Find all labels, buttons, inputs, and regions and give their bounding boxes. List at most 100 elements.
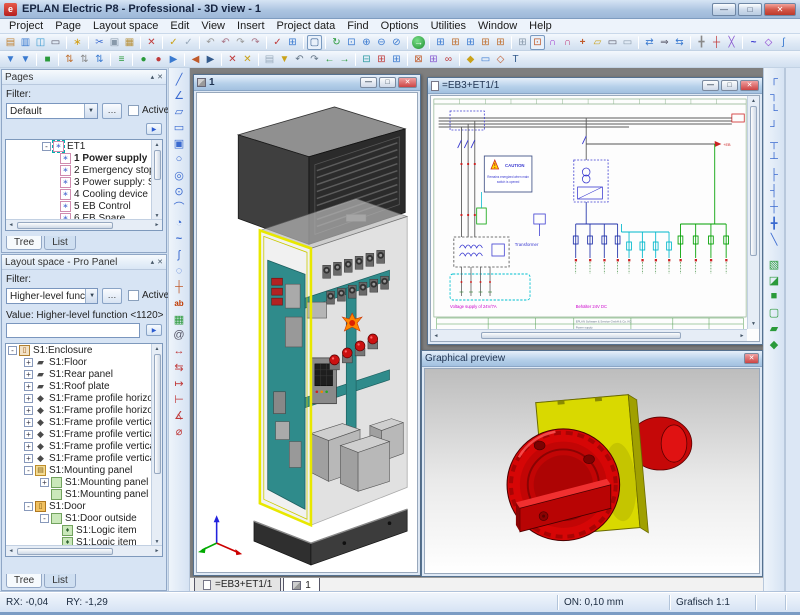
zoom-in-icon[interactable]: ⊕	[359, 35, 374, 50]
redo-icon[interactable]: ↷	[233, 35, 248, 50]
layout-tree-v-scrollbar[interactable]: ▲ ▼	[151, 344, 162, 547]
cube-iso-view-icon[interactable]: ▧	[766, 256, 783, 272]
menu-project-data[interactable]: Project data	[271, 19, 342, 34]
filter-settings-icon[interactable]: ▼	[18, 52, 33, 67]
pages-tree-v-scrollbar[interactable]: ▲ ▼	[151, 140, 162, 221]
node-frame-vertical-left-b[interactable]: + ◆ S1:Frame profile vertical left b	[6, 428, 162, 440]
menu-help[interactable]: Help	[523, 19, 558, 34]
circle-arc-tool-icon[interactable]: ◎	[171, 167, 188, 183]
scroll-left-icon[interactable]: ◄	[6, 220, 16, 230]
panel-collapse-icon[interactable]: ▴	[151, 258, 155, 267]
ruler-icon[interactable]: ▭	[605, 35, 620, 50]
tree-node-power-supply[interactable]: ∗ 1 Power supply	[6, 152, 162, 164]
filter-active-icon[interactable]: ▼	[3, 52, 18, 67]
layout-apply-filter-button[interactable]: ▶	[146, 324, 162, 336]
connection-point-tool-icon[interactable]: ┼	[171, 279, 188, 295]
continued-dimension-tool-icon[interactable]: ↦	[171, 375, 188, 391]
paste-properties-icon[interactable]: ▼	[277, 52, 292, 67]
maximize-button[interactable]: □	[379, 77, 396, 88]
refresh-icon[interactable]: ↻	[329, 35, 344, 50]
pages-filter-browse-button[interactable]: …	[102, 103, 122, 119]
pages-tree[interactable]: - ∗ ET1 ∗ 1 Power supply ∗ 2 Emergency s	[5, 139, 163, 231]
layout-tree[interactable]: - ▯ S1:Enclosure + ▰ S1:Floor + ▰ S1:Rea…	[5, 343, 163, 557]
scroll-down-icon[interactable]: ▼	[749, 319, 759, 329]
insert-terminal-icon[interactable]: ⊞	[433, 35, 448, 50]
resize-grip[interactable]	[786, 595, 800, 610]
3d-window-titlebar[interactable]: 1 — □ ✕	[194, 75, 420, 91]
diagonal-connection-icon[interactable]: ╲	[766, 231, 783, 247]
insert-plug-icon[interactable]: ⊞	[448, 35, 463, 50]
maximize-button[interactable]: □	[721, 80, 738, 91]
node-frame-horizontal-flo[interactable]: + ◆ S1:Frame profile horizontal flo	[6, 392, 162, 404]
menu-window[interactable]: Window	[472, 19, 523, 34]
scroll-left-icon[interactable]: ◄	[431, 331, 441, 341]
cube-solid-view-icon[interactable]: ■	[766, 288, 783, 304]
layout-panel-header[interactable]: Layout space - Pro Panel ▴ ✕	[2, 255, 166, 270]
preview-window-titlebar[interactable]: Graphical preview ✕	[422, 351, 762, 367]
node-s1-door-outside[interactable]: - S1:Door outside	[6, 512, 162, 524]
base-point-icon[interactable]: ▱	[590, 35, 605, 50]
edit-terminal-strip-icon[interactable]: ⊠	[411, 52, 426, 67]
page-back-icon[interactable]: ←	[322, 52, 337, 67]
construction-line-tool-icon[interactable]: ◌	[171, 263, 188, 279]
scroll-up-icon[interactable]: ▲	[152, 140, 162, 150]
schematic-canvas[interactable]: CAUTION Remains energized when main swit…	[430, 95, 760, 342]
paste-icon[interactable]: ▦	[122, 35, 137, 50]
symbol-insert-icon[interactable]: ◇	[493, 52, 508, 67]
black-box-icon[interactable]: ▭	[478, 52, 493, 67]
connection-update-icon[interactable]: ⇒	[657, 35, 672, 50]
circle-tool-icon[interactable]: ○	[171, 151, 188, 167]
cube-flat-view-icon[interactable]: ◆	[766, 336, 783, 352]
menu-insert[interactable]: Insert	[231, 19, 271, 34]
pages-panel-header[interactable]: Pages ▴ ✕	[2, 70, 166, 85]
layout-tree-h-scrollbar[interactable]: ◄ ►	[6, 545, 162, 556]
scroll-left-icon[interactable]: ◄	[6, 546, 16, 556]
goto-definition-icon[interactable]: ▶	[203, 52, 218, 67]
update-current-icon[interactable]: ✓	[166, 35, 181, 50]
text-insert-icon[interactable]: T	[508, 52, 523, 67]
sector-tool-icon[interactable]: ◔	[171, 215, 188, 231]
open-project-icon[interactable]: ▥	[18, 35, 33, 50]
menu-find[interactable]: Find	[341, 19, 374, 34]
scroll-right-icon[interactable]: ►	[152, 220, 162, 230]
tab-list[interactable]: List	[44, 236, 76, 250]
scroll-right-icon[interactable]: ►	[152, 546, 162, 556]
corner-bottom-left-icon[interactable]: └	[766, 103, 783, 119]
jump-to-icon[interactable]: ▶	[166, 52, 181, 67]
sort-alpha-icon[interactable]: ⇅	[62, 52, 77, 67]
interruption-point-icon[interactable]: ◆	[463, 52, 478, 67]
status-ok-icon[interactable]: ●	[136, 52, 151, 67]
close-button[interactable]: ✕	[398, 77, 417, 88]
grid-icon[interactable]: ⊞	[515, 35, 530, 50]
tab-tree[interactable]: Tree	[6, 574, 42, 588]
pages-filter-combo[interactable]: Default ▼	[6, 103, 98, 119]
workspace-icon[interactable]: ▢	[307, 35, 322, 50]
baseline-dimension-tool-icon[interactable]: ⊢	[171, 391, 188, 407]
connection-generate-icon[interactable]: ⇆	[672, 35, 687, 50]
import-project-icon[interactable]: ◫	[33, 35, 48, 50]
panel-collapse-icon[interactable]: ▴	[151, 73, 155, 82]
menu-layout-space[interactable]: Layout space	[87, 19, 164, 34]
cube-top-view-icon[interactable]: ◪	[766, 272, 783, 288]
tree-node-power-supply-station[interactable]: ∗ 3 Power supply: Statio	[6, 176, 162, 188]
schematic-v-scrollbar[interactable]: ▲ ▼	[747, 96, 759, 329]
pages-active-checkbox[interactable]	[128, 105, 139, 116]
ellipse-tool-icon[interactable]: ⊙	[171, 183, 188, 199]
rectangle-center-tool-icon[interactable]: ▣	[171, 135, 188, 151]
copy-icon[interactable]: ▣	[107, 35, 122, 50]
status-error-icon[interactable]: ●	[151, 52, 166, 67]
mdi-tab-3d-view[interactable]: 1	[283, 578, 320, 592]
node-frame-vertical-right-2[interactable]: + ◆ S1:Frame profile vertical right	[6, 452, 162, 464]
navigator-terminals-icon[interactable]: ⊞	[374, 52, 389, 67]
settings-icon[interactable]: ∗	[70, 35, 85, 50]
print-icon[interactable]: ▭	[48, 35, 63, 50]
line-tool-icon[interactable]: ╱	[171, 71, 188, 87]
tee-down-icon[interactable]: ┬	[766, 135, 783, 151]
image-tool-icon[interactable]: ▦	[171, 311, 188, 327]
close-button[interactable]: ✕	[764, 3, 796, 16]
sketch-curve-icon[interactable]: ʃ	[776, 35, 791, 50]
pages-tree-h-scrollbar[interactable]: ◄ ►	[6, 219, 162, 230]
insert-busbar-icon[interactable]: ⊞	[493, 35, 508, 50]
dimension-tool-icon[interactable]: ↔	[171, 343, 188, 359]
tab-list[interactable]: List	[44, 574, 76, 588]
